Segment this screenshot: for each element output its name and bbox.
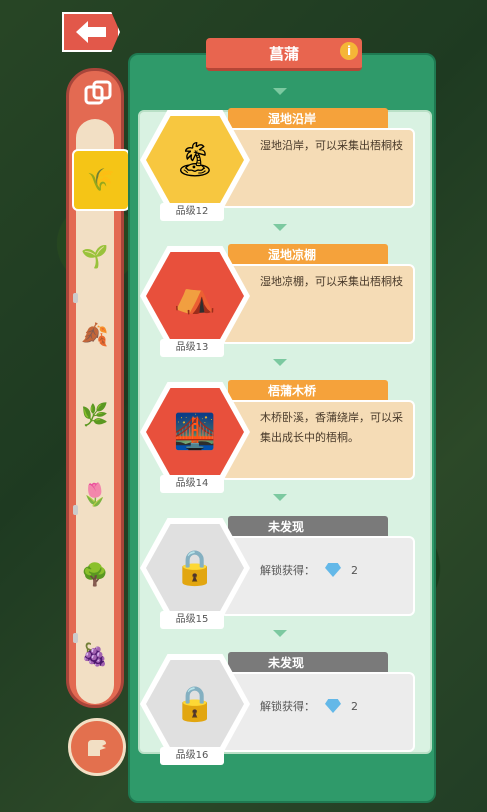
item-card[interactable]: 湿地沿岸 湿地沿岸，可以采集出梧桐枝 🏝 品级12 [140,108,420,228]
category-sidebar: 🌾 🌱 🍂 🌿 🌷 🌳 🍇 [66,68,130,708]
lock-icon: 🔒 [146,660,244,748]
sidebar-item-sprout[interactable]: 🌱 [77,227,113,287]
scroll-tick [73,633,78,643]
lock-icon: 🔒 [146,524,244,612]
item-card[interactable]: 梧蒲木桥 木桥卧溪，香蒲绕岸，可以采集出成长中的梧桐。 🌉 品级14 [140,380,420,500]
locked-item-card[interactable]: 未发现 解锁获得： 2 🔒 品级15 [140,516,420,636]
sidebar-item-grape[interactable]: 🍇 [77,625,113,685]
item-grade: 品级13 [160,339,224,357]
item-desc: 木桥卧溪，香蒲绕岸，可以采集出成长中的梧桐。 [260,411,403,444]
sidebar-item-leaf[interactable]: 🍂 [77,305,113,365]
hand-icon [88,740,106,756]
hand-button[interactable] [68,718,126,776]
unlock-count: 2 [351,563,358,577]
bud-icon: 🌷 [81,482,109,508]
sidebar-item-bud[interactable]: 🌷 [77,465,113,525]
unlock-count: 2 [351,699,358,713]
back-arrow-icon [76,21,106,43]
item-grade: 品级16 [160,747,224,765]
item-name: 湿地沿岸 [228,108,388,130]
item-desc: 湿地沿岸，可以采集出梧桐枝 [260,139,403,152]
item-name: 未发现 [228,516,388,538]
wetland-pavilion-icon: ⛺ [146,252,244,340]
wetland-shore-icon: 🏝 [146,116,244,204]
collection-icon[interactable] [83,79,113,109]
gem-icon [325,563,341,577]
scroll-tick [73,505,78,515]
sidebar-item-reed[interactable]: 🌾 [72,149,130,211]
leaf-icon: 🍂 [81,322,109,348]
wooden-bridge-icon: 🌉 [146,388,244,476]
unlock-reward: 解锁获得： 2 [260,698,358,714]
item-desc: 湿地凉棚，可以采集出梧桐枝 [260,275,403,288]
item-name: 未发现 [228,652,388,674]
panel-title: 菖蒲 [268,44,299,63]
scroll-tick [73,293,78,303]
unlock-reward: 解锁获得： 2 [260,562,358,578]
sidebar-item-bush[interactable]: 🌿 [77,385,113,445]
item-grade: 品级15 [160,611,224,629]
reed-icon: 🌾 [87,167,115,193]
panel-title-banner: 菖蒲 i [206,38,362,71]
bush-icon: 🌿 [81,402,109,428]
item-grade: 品级14 [160,475,224,493]
locked-item-card[interactable]: 未发现 解锁获得： 2 🔒 品级16 [140,652,420,772]
unlock-label: 解锁获得： [260,564,315,577]
item-card[interactable]: 湿地凉棚 湿地凉棚，可以采集出梧桐枝 ⛺ 品级13 [140,244,420,364]
down-arrow-icon [273,88,287,95]
item-name: 湿地凉棚 [228,244,388,266]
grape-icon: 🍇 [81,642,109,668]
item-grade: 品级12 [160,203,224,221]
back-button[interactable] [62,12,120,52]
item-name: 梧蒲木桥 [228,380,388,402]
gem-icon [325,699,341,713]
tree-icon: 🌳 [81,562,109,588]
unlock-label: 解锁获得： [260,700,315,713]
sprout-icon: 🌱 [81,244,109,270]
sidebar-list: 🌾 🌱 🍂 🌿 🌷 🌳 🍇 [72,119,130,704]
info-icon[interactable]: i [340,42,358,60]
sidebar-item-tree[interactable]: 🌳 [77,545,113,605]
